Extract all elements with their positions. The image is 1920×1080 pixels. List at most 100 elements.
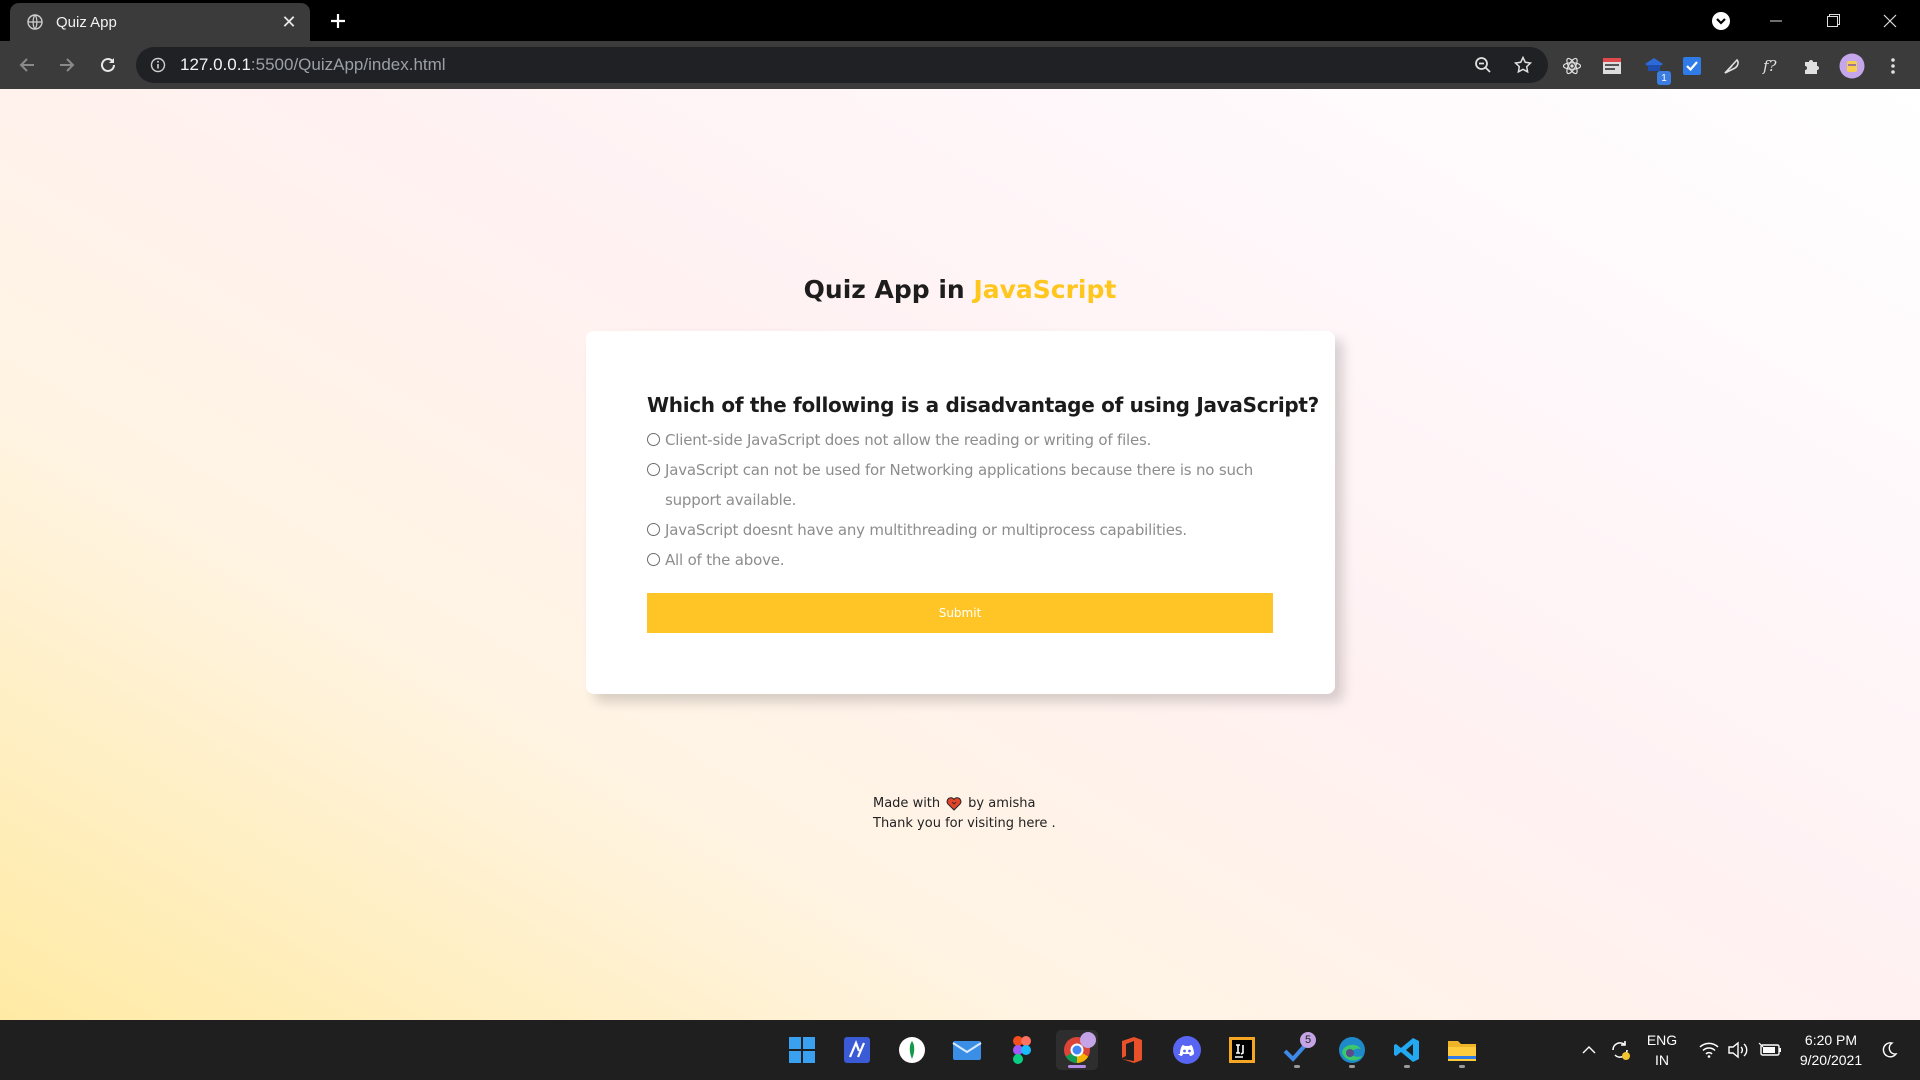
radio-button[interactable] xyxy=(647,433,660,446)
mail-icon xyxy=(952,1041,982,1060)
zoom-icon[interactable] xyxy=(1471,53,1495,77)
heart-icon xyxy=(946,797,962,811)
todo-badge: 5 xyxy=(1300,1032,1316,1048)
answer-option[interactable]: JavaScript doesnt have any multithreadin… xyxy=(647,515,1287,545)
tab-title: Quiz App xyxy=(56,13,117,31)
battery-icon xyxy=(1758,1042,1781,1056)
start-button[interactable] xyxy=(781,1030,823,1070)
taskbar-edge[interactable] xyxy=(1331,1030,1373,1070)
address-bar[interactable]: 127.0.0.1:5500/QuizApp/index.html xyxy=(136,47,1548,83)
volume-control[interactable] xyxy=(1725,1020,1751,1080)
submit-button[interactable]: Submit xyxy=(647,593,1273,633)
intellij-icon xyxy=(1229,1037,1255,1063)
taskbar-intellij[interactable] xyxy=(1221,1030,1263,1070)
restore-button[interactable] xyxy=(1805,0,1861,41)
running-indicator xyxy=(1459,1065,1465,1068)
tab-search-button[interactable] xyxy=(1708,8,1734,34)
taskbar-chrome[interactable] xyxy=(1056,1030,1098,1070)
close-window-button[interactable] xyxy=(1862,0,1918,41)
taskbar-discord[interactable] xyxy=(1166,1030,1208,1070)
active-indicator xyxy=(1068,1065,1086,1068)
taskbar-office[interactable] xyxy=(1111,1030,1153,1070)
option-label[interactable]: JavaScript doesnt have any multithreadin… xyxy=(665,515,1287,545)
back-button[interactable] xyxy=(11,49,43,81)
taskbar-todo[interactable]: 5 xyxy=(1276,1030,1318,1070)
reload-button[interactable] xyxy=(92,49,124,81)
todo-check-icon[interactable] xyxy=(1679,53,1705,79)
language-line2: IN xyxy=(1655,1052,1669,1068)
answer-option[interactable]: All of the above. xyxy=(647,545,1287,575)
new-tab-button[interactable] xyxy=(323,6,353,36)
running-indicator xyxy=(1294,1065,1300,1068)
figma-icon xyxy=(1013,1036,1031,1064)
radio-button[interactable] xyxy=(647,553,660,566)
clock-date: 9/20/2021 xyxy=(1799,1052,1863,1068)
battery-status[interactable] xyxy=(1756,1020,1784,1080)
close-icon xyxy=(1883,14,1897,27)
title-prefix: Quiz App in xyxy=(803,275,974,304)
taskbar-file-explorer[interactable] xyxy=(1441,1030,1483,1070)
tab-search-icon xyxy=(1712,12,1730,30)
edge-icon xyxy=(1339,1037,1365,1063)
react-devtools-icon[interactable] xyxy=(1559,53,1585,79)
clock-time: 6:20 PM xyxy=(1804,1032,1858,1048)
svg-text:f?: f? xyxy=(1762,57,1778,75)
url-host: 127.0.0.1 xyxy=(180,55,251,74)
wifi-status[interactable] xyxy=(1697,1020,1721,1080)
feather-icon[interactable] xyxy=(1719,53,1745,79)
extension-badge-icon[interactable]: 1 xyxy=(1641,53,1671,85)
quiz-card: Which of the following is a disadvantage… xyxy=(586,331,1335,694)
footer-thanks: Thank you for visiting here . xyxy=(873,816,1056,831)
input-language[interactable]: ENG IN xyxy=(1644,1020,1680,1080)
minimize-button[interactable] xyxy=(1748,0,1804,41)
answer-option[interactable]: JavaScript can not be used for Networkin… xyxy=(647,455,1287,515)
tab-close-icon[interactable]: ✕ xyxy=(276,9,302,35)
vscode-icon xyxy=(1394,1038,1419,1062)
more-menu-icon[interactable] xyxy=(1880,53,1906,79)
clock[interactable]: 6:20 PM 9/20/2021 xyxy=(1790,1020,1872,1080)
option-label[interactable]: JavaScript can not be used for Networkin… xyxy=(665,455,1287,515)
answer-option[interactable]: Client-side JavaScript does not allow th… xyxy=(647,425,1287,455)
puzzle-icon[interactable] xyxy=(1799,53,1825,79)
font-ninja-icon[interactable]: f? xyxy=(1759,53,1785,79)
running-indicator xyxy=(1349,1065,1355,1068)
taskbar-vscode[interactable] xyxy=(1386,1030,1428,1070)
arrow-left-icon xyxy=(19,58,34,72)
url-text[interactable]: 127.0.0.1:5500/QuizApp/index.html xyxy=(180,55,446,75)
json-viewer-icon[interactable] xyxy=(1599,53,1625,79)
radio-button[interactable] xyxy=(647,523,660,536)
running-indicator xyxy=(1404,1065,1410,1068)
radio-button[interactable] xyxy=(647,463,660,476)
minimize-icon xyxy=(1770,20,1782,21)
url-path: :5500/QuizApp/index.html xyxy=(250,55,446,74)
chrome-profile-badge xyxy=(1080,1032,1096,1048)
globe-icon xyxy=(26,13,44,31)
sync-icon xyxy=(1612,1041,1630,1060)
browser-tab[interactable]: Quiz App ✕ xyxy=(10,3,310,41)
show-hidden-icons[interactable] xyxy=(1578,1020,1600,1080)
site-info-icon[interactable] xyxy=(148,55,168,75)
bookmark-star-icon[interactable] xyxy=(1511,53,1535,77)
taskbar-mail[interactable] xyxy=(946,1030,988,1070)
focus-assist[interactable] xyxy=(1876,1020,1902,1080)
profile-avatar-icon[interactable] xyxy=(1839,53,1865,79)
office-icon xyxy=(1122,1037,1142,1063)
editor-icon xyxy=(844,1037,870,1063)
sync-status[interactable] xyxy=(1606,1020,1634,1080)
footer-author: by amisha xyxy=(968,796,1036,811)
footer: Made with by amisha Thank you for visiti… xyxy=(873,794,1056,834)
option-label[interactable]: Client-side JavaScript does not allow th… xyxy=(665,425,1287,455)
language-line1: ENG xyxy=(1646,1032,1678,1048)
taskbar-editor[interactable] xyxy=(836,1030,878,1070)
tab-strip: Quiz App ✕ xyxy=(0,0,1920,41)
forward-button[interactable] xyxy=(51,49,83,81)
taskbar: 5 ENG IN 6:20 PM 9/20/2021 xyxy=(0,1020,1920,1080)
taskbar-figma[interactable] xyxy=(1001,1030,1043,1070)
option-label[interactable]: All of the above. xyxy=(665,545,1287,575)
speaker-icon xyxy=(1728,1041,1748,1059)
discord-icon xyxy=(1173,1036,1201,1064)
taskbar-mongodb[interactable] xyxy=(891,1030,933,1070)
restore-icon xyxy=(1826,14,1840,27)
chevron-up-icon xyxy=(1582,1046,1596,1054)
title-accent: JavaScript xyxy=(973,275,1117,304)
